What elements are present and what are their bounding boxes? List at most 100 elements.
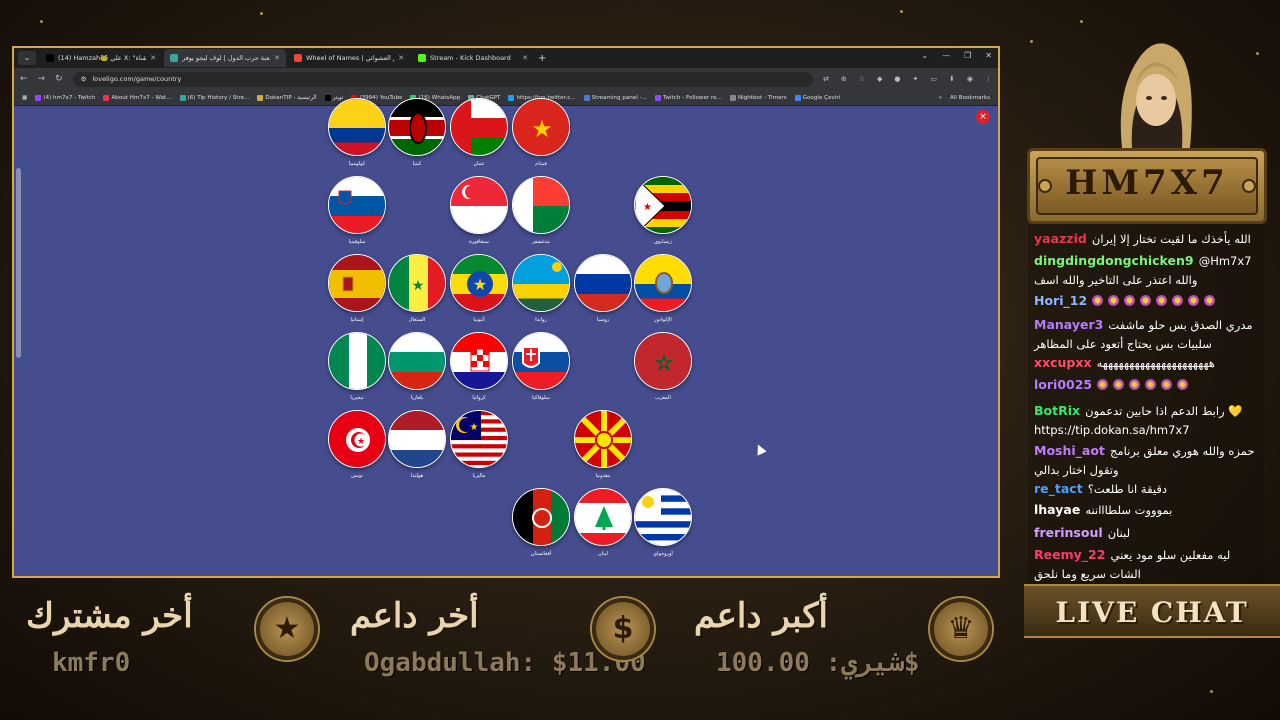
rwanda-flag[interactable] xyxy=(512,254,570,312)
site-info-icon[interactable]: ⚙ xyxy=(81,75,87,83)
chevron-down-icon[interactable]: ⌄ xyxy=(921,51,928,60)
close-tab-icon[interactable]: ✕ xyxy=(150,54,156,62)
new-tab-button[interactable]: + xyxy=(538,53,546,64)
emote-icon xyxy=(1172,295,1184,306)
chat-message: lori0025 xyxy=(1034,374,1260,393)
bookmark-item[interactable]: Google Çeviri xyxy=(794,94,840,101)
translate-icon[interactable]: ⇄ xyxy=(823,75,829,83)
close-game-button[interactable]: × xyxy=(976,110,990,124)
chat-username[interactable]: re_tact xyxy=(1034,481,1083,496)
channel-name: HM7X7 xyxy=(1065,163,1229,203)
bulgaria-flag[interactable] xyxy=(388,332,446,390)
tab-search-icon[interactable]: ⌄ xyxy=(18,51,36,65)
close-tab-icon[interactable]: ✕ xyxy=(398,54,404,62)
cast-icon[interactable]: ▭ xyxy=(930,75,937,83)
macedonia-flag[interactable] xyxy=(574,410,632,468)
browser-tab[interactable]: (14) Hamzah🐸 علي X: "القناة✕ xyxy=(40,49,162,67)
svg-text:★: ★ xyxy=(656,353,672,374)
menu-icon[interactable]: ⋮ xyxy=(985,75,992,83)
crown-icon: ♛ xyxy=(930,598,992,660)
bookmark-star-icon[interactable]: ☆ xyxy=(859,75,865,83)
afghanistan-flag[interactable] xyxy=(512,488,570,546)
kenya-flag[interactable] xyxy=(388,98,446,156)
lebanon-flag[interactable] xyxy=(574,488,632,546)
chat-username[interactable]: BotRix xyxy=(1034,403,1080,418)
colombia-flag[interactable] xyxy=(328,98,386,156)
russia-flag[interactable] xyxy=(574,254,632,312)
close-tab-icon[interactable]: ✕ xyxy=(274,54,280,62)
restore-icon[interactable]: ❐ xyxy=(964,51,971,60)
flag-label: هولندا xyxy=(410,473,424,479)
croatia-flag[interactable] xyxy=(450,332,508,390)
forward-icon[interactable]: → xyxy=(38,74,46,84)
browser-tab[interactable]: لعبة حرب الدول | لوف ليجو يوفر ✕ xyxy=(164,49,286,67)
spain-flag[interactable] xyxy=(328,254,386,312)
reload-icon[interactable]: ↻ xyxy=(55,74,63,84)
tab-title: Stream - Kick Dashboard xyxy=(430,54,511,62)
chat-username[interactable]: Manayer3 xyxy=(1034,317,1103,332)
sparkle xyxy=(1030,40,1033,43)
omnibox[interactable]: ⚙ loveligo.com/game/country xyxy=(72,71,813,87)
chat-username[interactable]: Hori_12 xyxy=(1034,293,1087,308)
chat-username[interactable]: frerinsoul xyxy=(1034,525,1103,540)
back-icon[interactable]: ← xyxy=(20,74,28,84)
senegal-flag[interactable]: ★ xyxy=(388,254,446,312)
close-tab-icon[interactable]: ✕ xyxy=(522,54,528,62)
uruguay-flag[interactable] xyxy=(634,488,692,546)
zimbabwe-flag[interactable]: ★ xyxy=(634,176,692,234)
ethiopia-flag[interactable]: ★ xyxy=(450,254,508,312)
close-window-icon[interactable]: ✕ xyxy=(985,51,992,60)
browser-tab[interactable]: Stream - Kick Dashboard ✕ xyxy=(412,49,534,67)
ecuador-flag[interactable] xyxy=(634,254,692,312)
oman-flag[interactable] xyxy=(450,98,508,156)
apps-icon[interactable]: ▦ xyxy=(22,95,27,101)
madagascar-flag[interactable] xyxy=(512,176,570,234)
singapore-flag[interactable] xyxy=(450,176,508,234)
bookmark-label: تويتر xyxy=(332,94,344,101)
chat-username[interactable]: lori0025 xyxy=(1034,377,1092,392)
bookmark-item[interactable]: تويتر xyxy=(324,94,344,101)
nigeria-flag[interactable] xyxy=(328,332,386,390)
minimize-icon[interactable]: — xyxy=(942,51,950,60)
all-bookmarks[interactable]: All Bookmarks xyxy=(950,95,990,101)
extension-icon[interactable]: ◆ xyxy=(877,75,882,83)
sparkle xyxy=(900,10,903,13)
url-text[interactable]: loveligo.com/game/country xyxy=(92,75,181,83)
netherlands-flag[interactable] xyxy=(388,410,446,468)
flag-label: فيتنام xyxy=(535,161,547,167)
extension-icon[interactable]: ● xyxy=(894,75,900,83)
bookmark-item[interactable]: DokanTIP - الرئيسية xyxy=(257,94,317,101)
chat-panel: yaazzid الله يأخذك ما لقيت تختار إلا إير… xyxy=(1028,224,1264,584)
scrollbar[interactable] xyxy=(16,168,21,358)
tunisia-flag[interactable]: ★ xyxy=(328,410,386,468)
chat-username[interactable]: lhayae xyxy=(1034,502,1080,517)
bookmark-item[interactable]: Streaming panel -... xyxy=(583,94,647,101)
malaysia-flag[interactable]: ★ xyxy=(450,410,508,468)
chat-username[interactable]: Reemy_22 xyxy=(1034,547,1105,562)
chat-username[interactable]: dingdingdongchicken9 xyxy=(1034,253,1194,268)
chat-message: Hori_12 xyxy=(1034,290,1260,309)
emote-icon xyxy=(1113,379,1125,390)
chat-username[interactable]: xxcupxx xyxy=(1034,355,1092,370)
more-bookmarks-icon[interactable]: » xyxy=(939,95,942,101)
vietnam-flag[interactable]: ★ xyxy=(512,98,570,156)
morocco-flag[interactable]: ★ xyxy=(634,332,692,390)
profile-icon[interactable]: ◉ xyxy=(967,75,973,83)
bookmark-item[interactable]: Twitch - Follower re... xyxy=(654,94,722,101)
emote-icon xyxy=(1092,295,1104,306)
slovenia-flag[interactable] xyxy=(328,176,386,234)
svg-text:★: ★ xyxy=(412,278,425,294)
bookmark-item[interactable]: (6) Tip History / Stre... xyxy=(179,94,249,101)
emote-icon xyxy=(1161,379,1173,390)
bookmark-item[interactable]: Nightbot - Timers xyxy=(729,94,787,101)
tab-favicon-icon xyxy=(418,54,426,62)
zoom-icon[interactable]: ⊕ xyxy=(841,75,847,83)
slovakia-flag[interactable] xyxy=(512,332,570,390)
chat-username[interactable]: Moshi_aot xyxy=(1034,443,1105,458)
puzzle-icon[interactable]: ✦ xyxy=(913,75,919,83)
download-icon[interactable]: ⬇ xyxy=(949,75,955,83)
browser-tab[interactable]: Wheel of Names | مم العشوائي ✕ xyxy=(288,49,410,67)
chat-username[interactable]: yaazzid xyxy=(1034,231,1087,246)
bookmark-item[interactable]: (4) hm7x7 - Twitch xyxy=(35,94,95,101)
bookmark-item[interactable]: About Hm7x7 - Wat... xyxy=(103,94,172,101)
